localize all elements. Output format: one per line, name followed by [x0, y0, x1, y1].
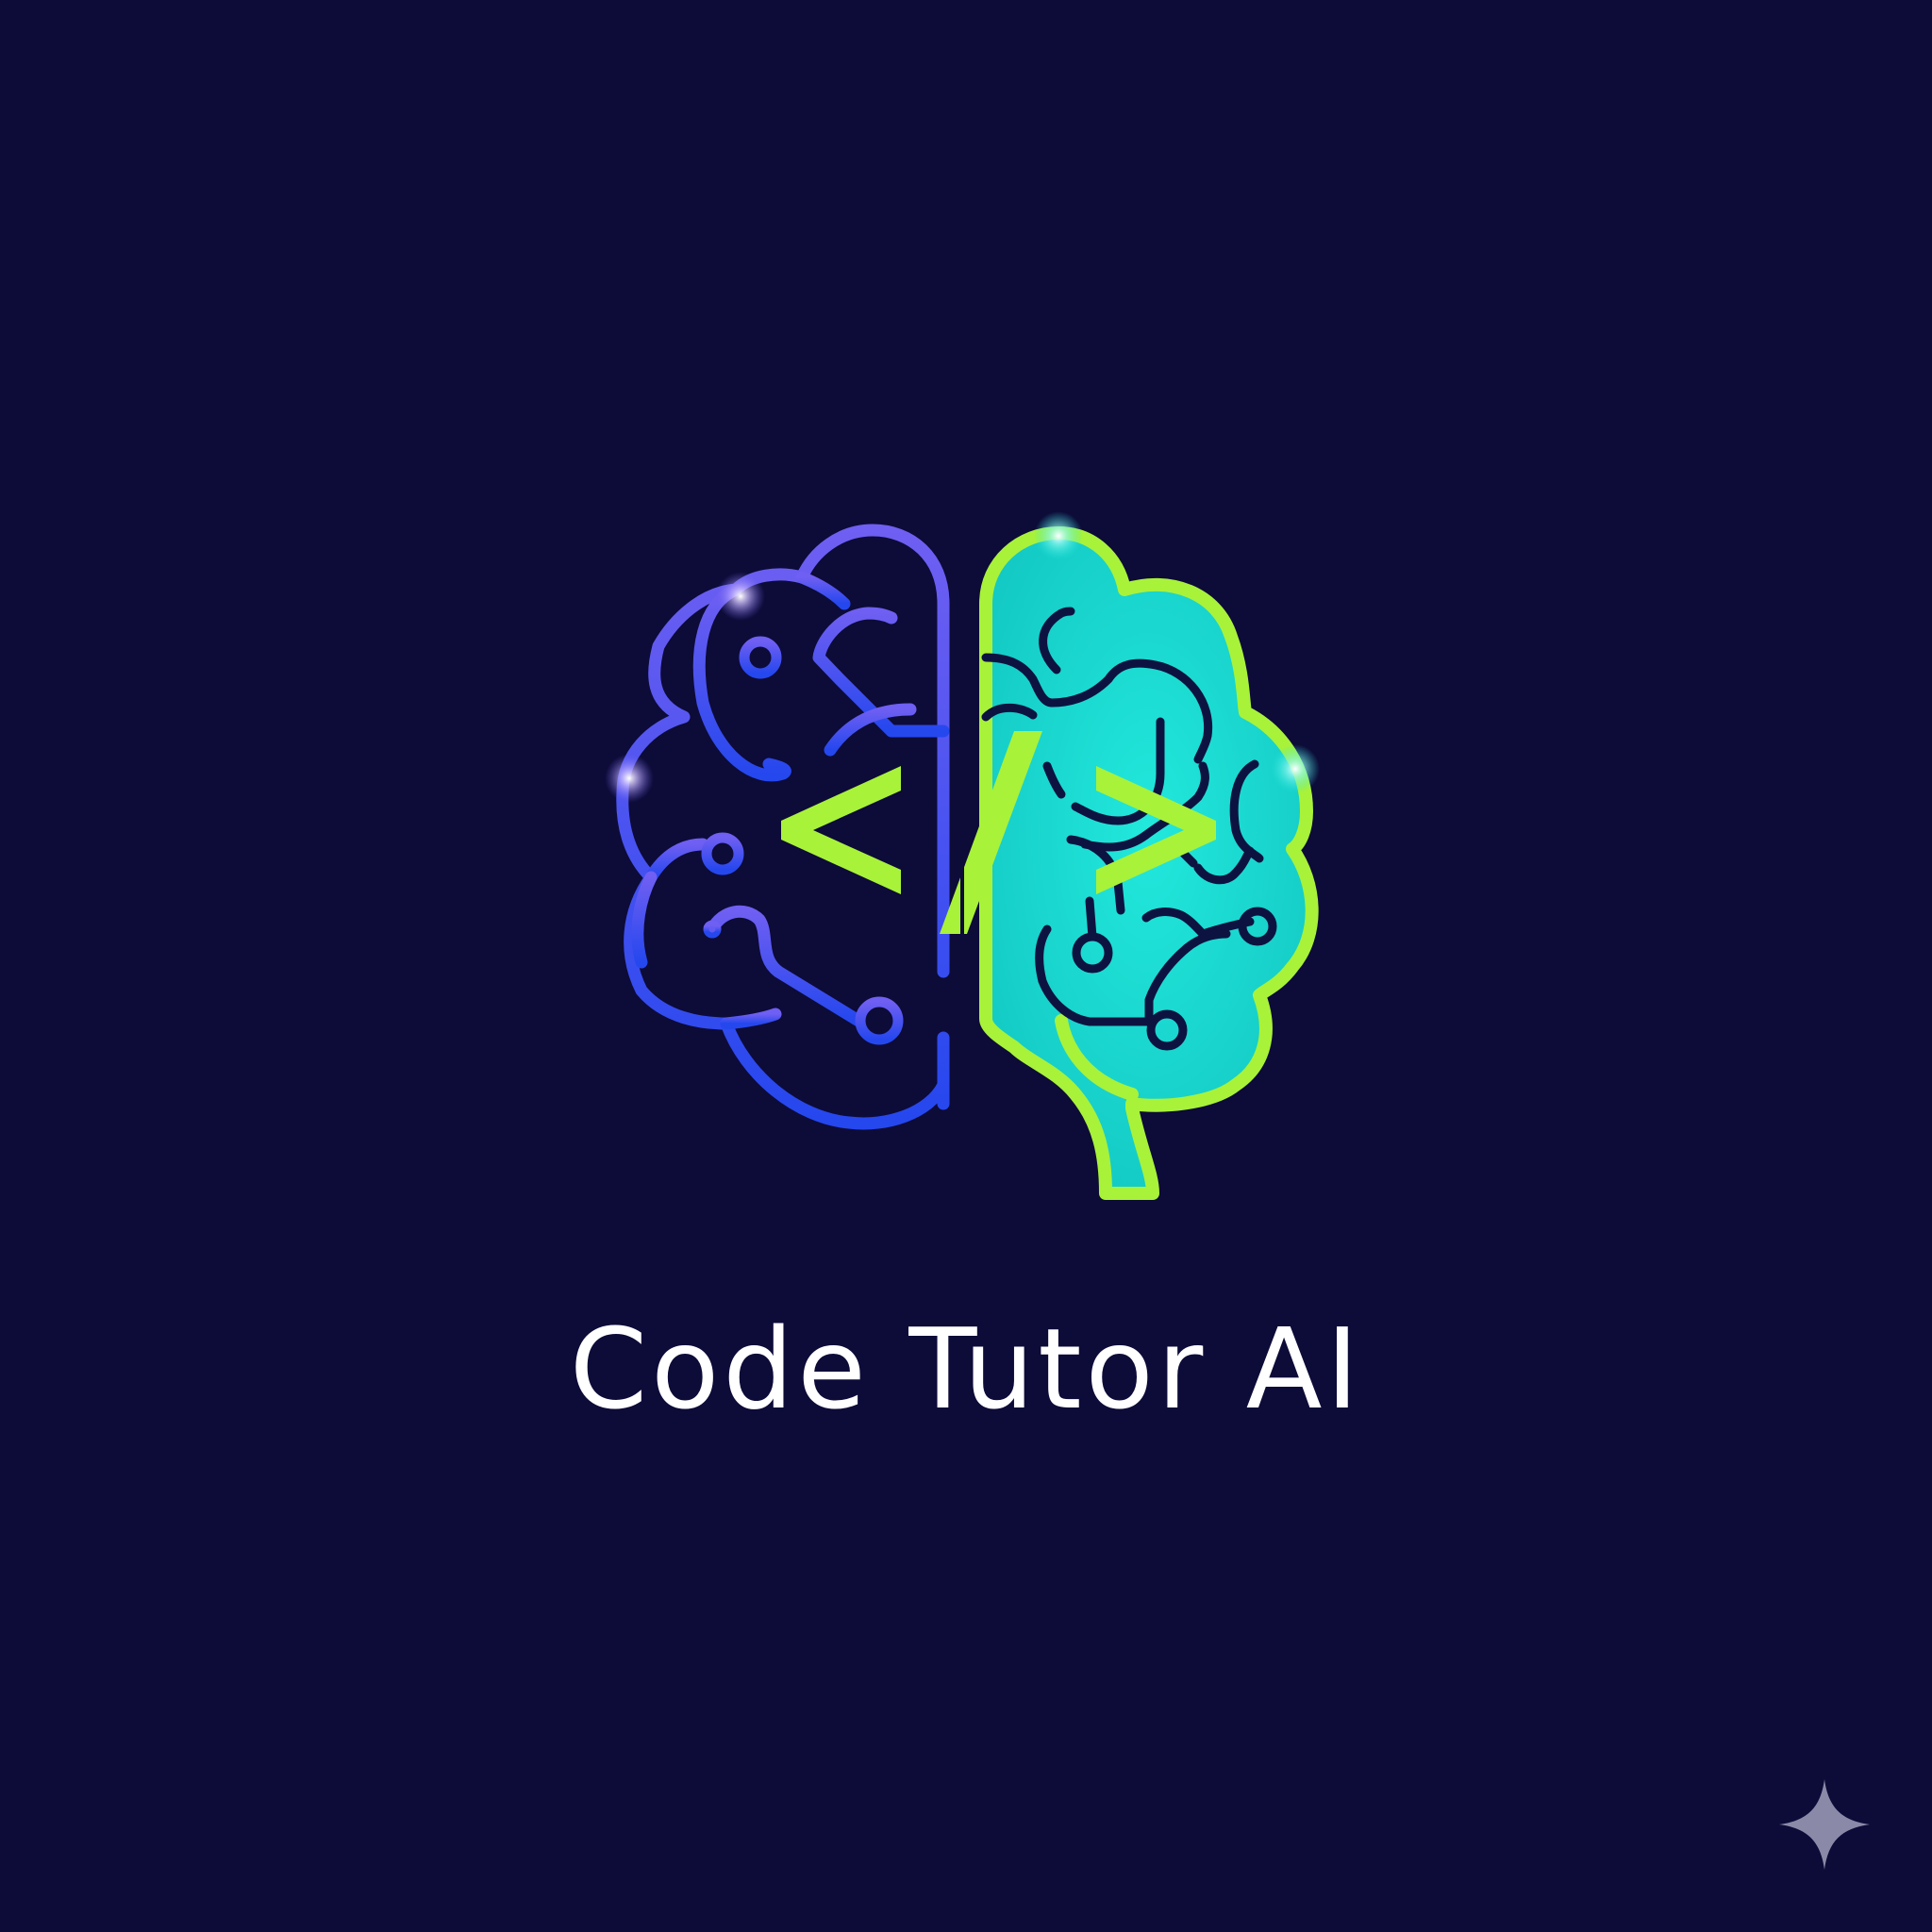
brain-circuit-code-icon: [605, 511, 1320, 1200]
sparkle-icon: [1779, 1779, 1870, 1870]
glow-spark: [1271, 744, 1320, 793]
brand-title: Code Tutor AI: [569, 1304, 1363, 1434]
canvas: Code Tutor AI: [0, 0, 1932, 1932]
glow-spark: [1034, 511, 1083, 560]
glow-spark: [605, 754, 654, 803]
glow-spark: [716, 572, 765, 621]
